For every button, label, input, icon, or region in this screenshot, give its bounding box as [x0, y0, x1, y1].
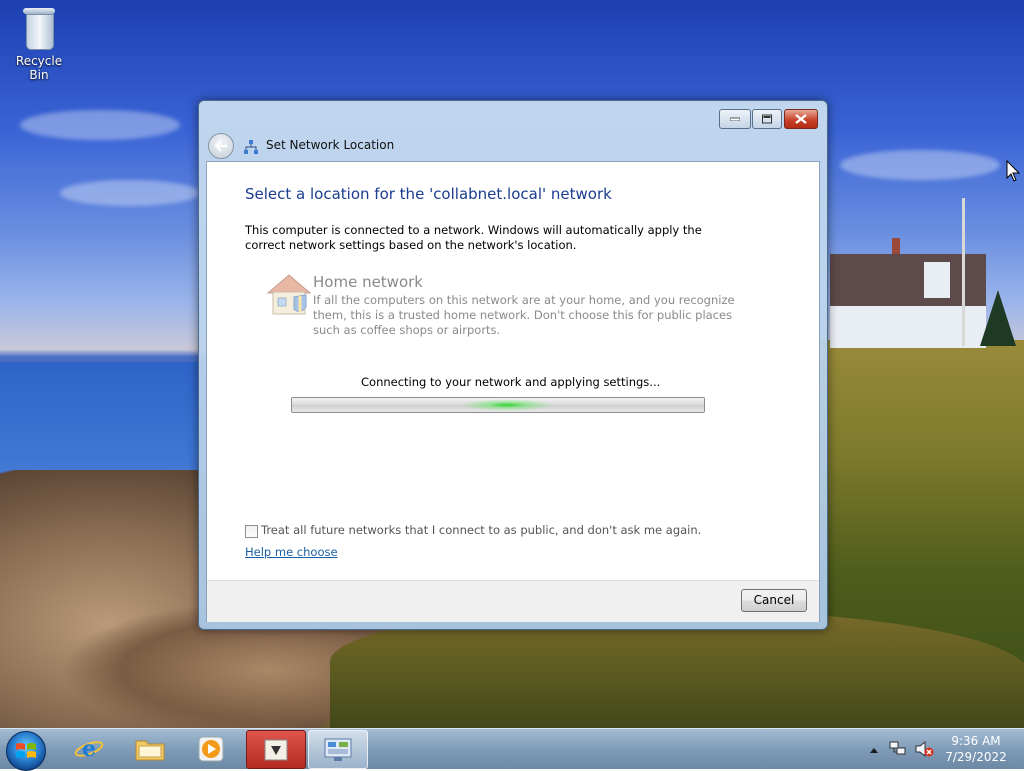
- network-tray-button[interactable]: [888, 740, 908, 761]
- folder-icon: [135, 740, 165, 760]
- home-network-title[interactable]: Home network: [313, 273, 423, 291]
- taskbar: e 9:36 AM 7/29/2022: [0, 728, 1024, 771]
- wizard-content-area: Select a location for the 'collabnet.loc…: [206, 161, 820, 622]
- network-icon: [243, 139, 259, 155]
- recycle-bin-icon: [22, 6, 56, 50]
- help-me-choose-link[interactable]: Help me choose: [245, 545, 338, 559]
- wallpaper-cloud: [840, 150, 1000, 180]
- taskbar-network-control-panel[interactable]: [308, 730, 368, 769]
- taskbar-app[interactable]: [246, 730, 306, 769]
- taskbar-windows-explorer[interactable]: [121, 730, 179, 767]
- maximize-icon: [762, 114, 772, 124]
- page-description: This computer is connected to a network.…: [245, 223, 702, 252]
- wallpaper-flagpole: [962, 198, 965, 346]
- maximize-button[interactable]: [752, 109, 782, 129]
- home-network-description: If all the computers on this network are…: [313, 293, 735, 337]
- network-tray-icon: [889, 741, 906, 755]
- home-network-icon: [264, 271, 314, 317]
- internet-explorer-icon: e: [74, 736, 104, 762]
- desktop-icon-label: Recycle Bin: [15, 54, 63, 82]
- page-title: Select a location for the 'collabnet.loc…: [245, 185, 612, 203]
- clock-time: 9:36 AM: [951, 734, 1001, 748]
- app-icon: [264, 739, 288, 760]
- wizard-footer: Cancel: [207, 580, 819, 622]
- back-arrow-icon: [214, 140, 227, 152]
- desktop-icon-recycle-bin[interactable]: Recycle Bin: [6, 6, 72, 82]
- minimize-button[interactable]: [719, 109, 751, 129]
- taskbar-clock[interactable]: 9:36 AM 7/29/2022: [944, 733, 1008, 765]
- windows-logo-icon: [16, 743, 36, 758]
- close-icon: [795, 114, 807, 124]
- progress-bar: [291, 397, 705, 413]
- taskbar-media-player[interactable]: [182, 730, 240, 767]
- svg-text:e: e: [82, 736, 96, 762]
- wallpaper-cloud: [20, 110, 180, 140]
- progress-label: Connecting to your network and applying …: [361, 375, 661, 389]
- set-network-location-window: Set Network Location Select a location f…: [198, 100, 828, 630]
- start-button[interactable]: [6, 731, 46, 771]
- wallpaper-tree: [980, 290, 1016, 346]
- control-panel-icon: [324, 738, 352, 761]
- minimize-icon: [730, 117, 740, 121]
- progress-bar-glow: [452, 398, 562, 412]
- volume-tray-button[interactable]: [914, 740, 934, 761]
- show-hidden-icons-button[interactable]: [869, 743, 879, 757]
- close-button[interactable]: [784, 109, 818, 129]
- media-player-icon: [198, 736, 224, 761]
- taskbar-internet-explorer[interactable]: e: [60, 730, 118, 767]
- wallpaper-cloud: [60, 180, 200, 206]
- clock-date: 7/29/2022: [945, 750, 1007, 764]
- back-button[interactable]: [208, 133, 234, 159]
- chevron-up-icon: [870, 748, 878, 753]
- window-title: Set Network Location: [266, 138, 395, 152]
- treat-networks-public-label[interactable]: Treat all future networks that I connect…: [261, 523, 701, 537]
- cancel-button[interactable]: Cancel: [741, 589, 807, 612]
- treat-networks-public-checkbox[interactable]: [245, 525, 258, 538]
- volume-muted-icon: [915, 740, 934, 758]
